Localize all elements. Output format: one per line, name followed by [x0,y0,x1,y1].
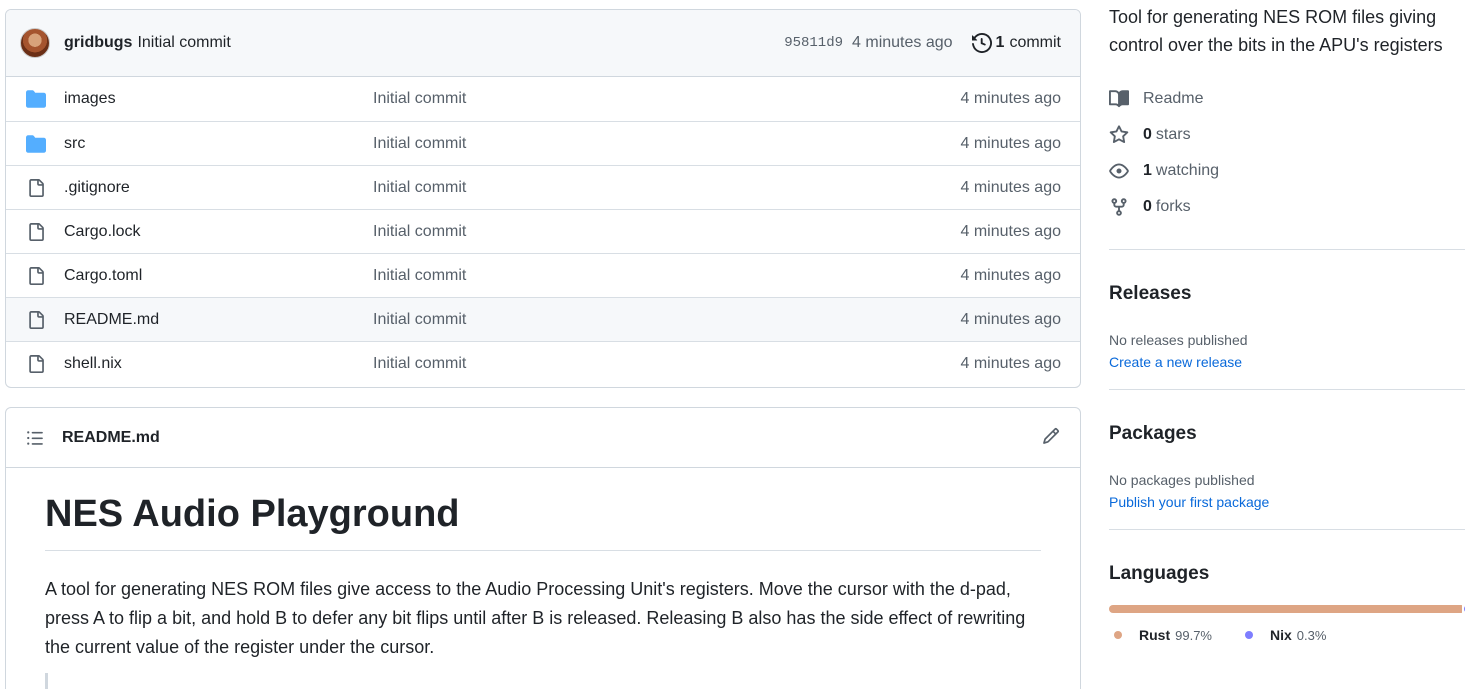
language-color-dot [1245,631,1253,639]
packages-section: Packages No packages published Publish y… [1109,423,1465,513]
language-list: Rust 99.7% Nix 0.3% [1109,627,1465,643]
file-commit-message-link[interactable]: Initial commit [373,90,960,108]
file-icon [26,266,46,286]
about-description: Tool for generating NES ROM files giving… [1109,7,1443,55]
repo-sidebar: Tool for generating NES ROM files giving… [1109,0,1465,643]
file-commit-age: 4 minutes ago [960,134,1061,152]
packages-heading[interactable]: Packages [1109,423,1465,445]
commit-count: 1 [995,34,1005,51]
repo-meta-list: Readme 0 stars 1 watching 0 forks [1109,81,1465,225]
star-icon [1109,125,1129,144]
readme-header: README.md [6,408,1080,468]
language-name: Rust [1139,627,1171,643]
watching-label: watching [1155,162,1220,179]
readme-link[interactable]: Readme [1109,81,1465,117]
file-name-link[interactable]: README.md [64,311,373,329]
eye-icon [1109,163,1129,179]
releases-heading[interactable]: Releases [1109,283,1465,305]
readme-label: Readme [1143,90,1204,107]
file-icon [26,222,46,242]
releases-status: No releases published [1109,332,1248,348]
stars-link[interactable]: 0 stars [1109,117,1465,153]
file-commit-message-link[interactable]: Initial commit [373,135,960,153]
file-commit-age: 4 minutes ago [960,310,1061,328]
file-name-link[interactable]: images [64,90,373,108]
latest-commit-bar: gridbugs Initial commit 95811d9 4 minute… [6,10,1080,77]
file-commit-age: 4 minutes ago [960,90,1061,107]
file-name-link[interactable]: src [64,135,373,153]
file-row[interactable]: images Initial commit 4 minutes ago [6,77,1080,121]
file-row[interactable]: Cargo.toml Initial commit 4 minutes ago [6,253,1080,297]
readme-content: NES Audio Playground A tool for generati… [6,468,1080,662]
language-percent: 0.3% [1296,627,1327,643]
commit-count-label: commit [1009,34,1061,51]
file-icon [26,310,46,330]
file-commit-age: 4 minutes ago [960,266,1061,284]
file-commit-age: 4 minutes ago [960,222,1061,240]
language-name: Nix [1270,627,1292,643]
blockquote-bar [45,673,48,689]
fork-icon [1111,198,1127,216]
commit-age: 4 minutes ago [852,34,953,51]
readme-heading: NES Audio Playground [45,492,1041,551]
file-listing: gridbugs Initial commit 95811d9 4 minute… [5,9,1081,388]
file-icon [26,354,46,374]
readme-filename-link[interactable]: README.md [62,429,1042,447]
sidebar-divider [1109,389,1465,390]
file-name-link[interactable]: .gitignore [64,179,373,197]
language-color-dot [1114,631,1122,639]
file-row[interactable]: src Initial commit 4 minutes ago [6,121,1080,165]
packages-status: No packages published [1109,472,1255,488]
publish-package-link[interactable]: Publish your first package [1109,491,1465,513]
commit-message-link[interactable]: Initial commit [137,34,230,52]
commit-author-link[interactable]: gridbugs [64,34,132,52]
releases-section: Releases No releases published Create a … [1109,283,1465,373]
language-bar [1109,605,1465,613]
file-commit-message-link[interactable]: Initial commit [373,267,960,285]
forks-count: 0 [1143,198,1152,215]
file-name-link[interactable]: Cargo.lock [64,223,373,241]
file-row[interactable]: README.md Initial commit 4 minutes ago [6,297,1080,341]
file-commit-message-link[interactable]: Initial commit [373,179,960,197]
file-icon [26,178,46,198]
stars-count: 0 [1143,126,1152,143]
stars-label: stars [1155,126,1191,143]
file-row[interactable]: .gitignore Initial commit 4 minutes ago [6,165,1080,209]
languages-section: Languages Rust 99.7% Nix 0.3% [1109,563,1465,643]
avatar[interactable] [20,28,50,58]
file-commit-message-link[interactable]: Initial commit [373,355,960,373]
file-commit-message-link[interactable]: Initial commit [373,311,960,329]
language-bar-segment [1109,605,1462,613]
readme-paragraph: A tool for generating NES ROM files give… [45,578,1026,657]
watching-count: 1 [1143,162,1152,179]
folder-icon [26,134,46,154]
language-percent: 99.7% [1175,627,1212,643]
book-icon [1109,90,1129,108]
commit-sha-link[interactable]: 95811d9 [784,35,843,51]
sidebar-divider [1109,529,1465,530]
file-commit-age: 4 minutes ago [960,354,1061,372]
file-commit-message-link[interactable]: Initial commit [373,223,960,241]
commit-history-link[interactable]: 1 commit [971,33,1061,53]
file-commit-age: 4 minutes ago [960,178,1061,196]
watching-link[interactable]: 1 watching [1109,153,1465,189]
folder-icon [26,89,46,109]
language-item[interactable]: Nix 0.3% [1240,627,1326,643]
file-name-link[interactable]: Cargo.toml [64,267,373,285]
create-release-link[interactable]: Create a new release [1109,351,1465,373]
edit-pencil-icon[interactable] [1042,427,1060,448]
history-icon [971,33,992,53]
forks-link[interactable]: 0 forks [1109,189,1465,225]
outline-list-icon[interactable] [26,429,44,447]
forks-label: forks [1155,198,1191,215]
file-row[interactable]: Cargo.lock Initial commit 4 minutes ago [6,209,1080,253]
languages-heading: Languages [1109,563,1210,584]
file-name-link[interactable]: shell.nix [64,355,373,373]
language-bar-segment [1463,605,1465,613]
file-row[interactable]: shell.nix Initial commit 4 minutes ago [6,341,1080,385]
sidebar-divider [1109,249,1465,250]
readme-panel: README.md NES Audio Playground A tool fo… [5,407,1081,689]
language-item[interactable]: Rust 99.7% [1109,627,1212,643]
